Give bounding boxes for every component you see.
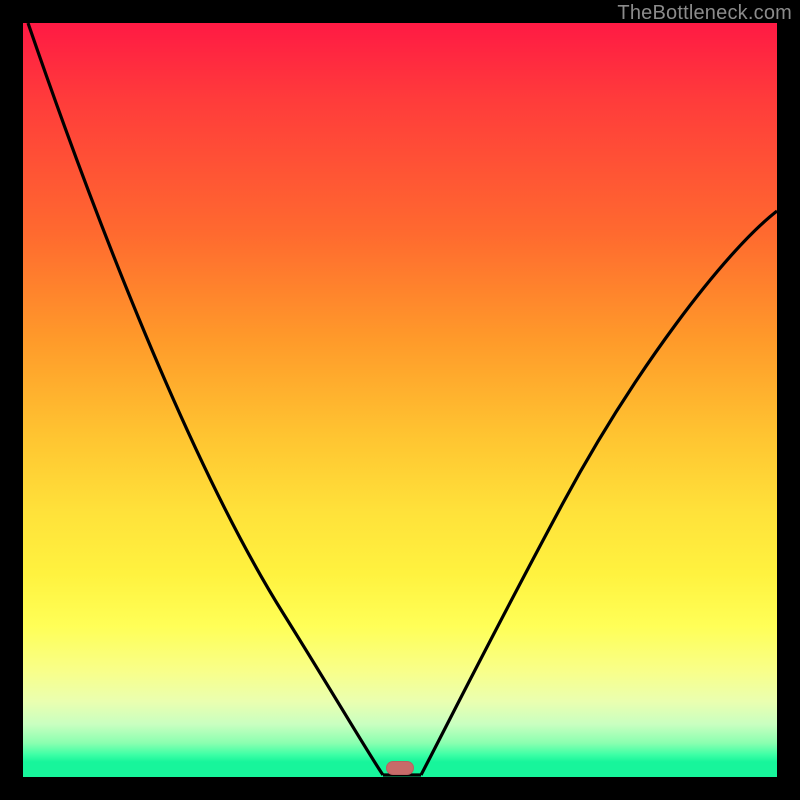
watermark-text: TheBottleneck.com: [617, 2, 792, 25]
chart-frame: TheBottleneck.com: [0, 0, 800, 800]
plot-area: [23, 23, 777, 777]
bottleneck-curve: [23, 23, 777, 777]
optimal-point-marker: [386, 761, 414, 775]
curve-right-branch: [421, 211, 777, 775]
curve-left-branch: [28, 23, 383, 775]
